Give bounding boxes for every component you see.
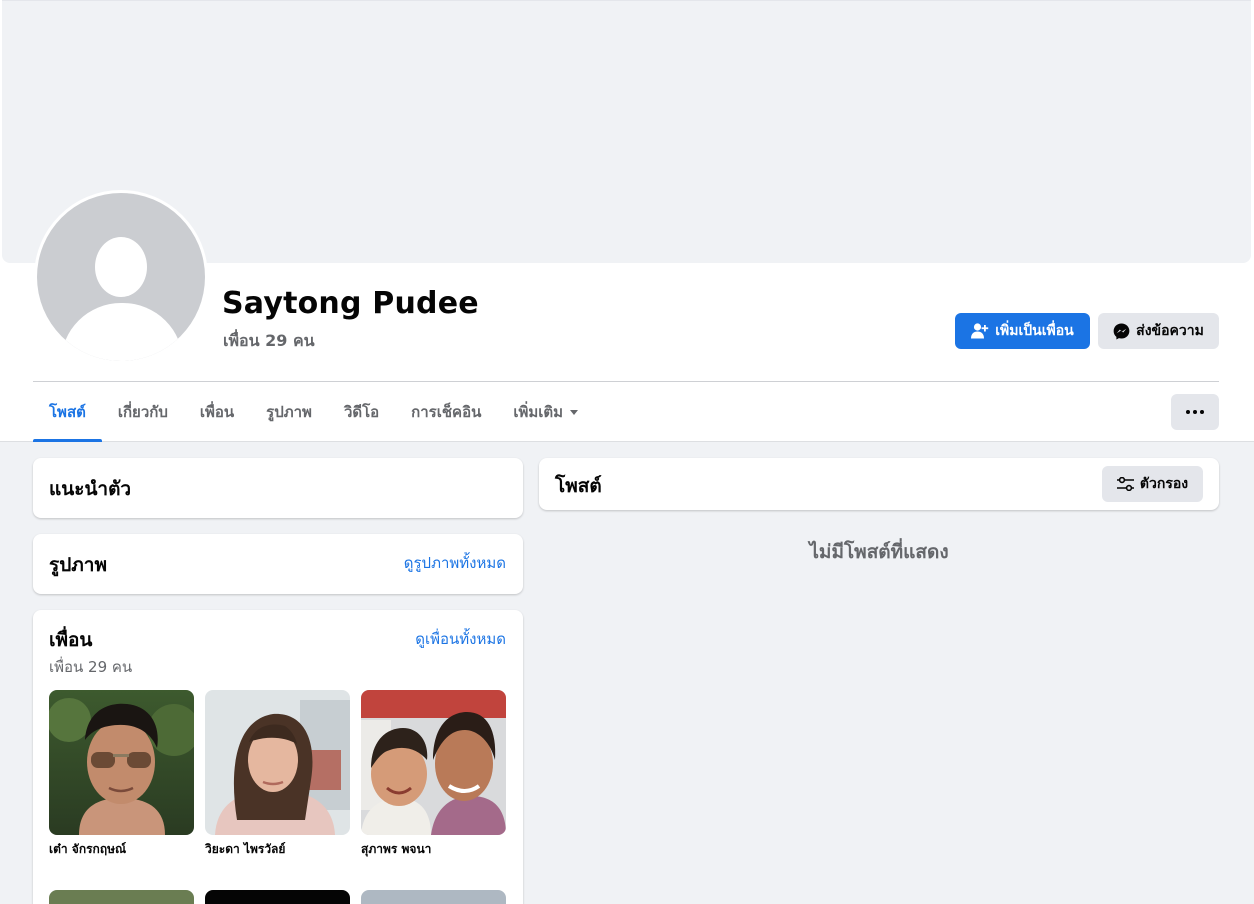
tab-posts[interactable]: โพสต์ xyxy=(33,382,102,442)
filter-button[interactable]: ตัวกรอง xyxy=(1102,466,1203,502)
more-dots-icon xyxy=(1186,410,1204,414)
add-friend-label: เพิ่มเป็นเพื่อน xyxy=(995,323,1074,339)
friend-photo[interactable] xyxy=(205,890,350,904)
messenger-icon xyxy=(1113,323,1130,339)
tab-more[interactable]: เพิ่มเติม xyxy=(497,382,594,442)
posts-card: โพสต์ ตัวกรอง xyxy=(539,458,1219,510)
friend-photo[interactable] xyxy=(49,890,194,904)
send-message-label: ส่งข้อความ xyxy=(1136,323,1204,339)
chevron-down-icon xyxy=(570,409,579,415)
friend-item[interactable]: เต๋า จักรกฤษณ์ xyxy=(49,690,194,859)
friend-name[interactable]: เต๋า จักรกฤษณ์ xyxy=(49,840,194,859)
friends-title: เพื่อน xyxy=(49,629,93,651)
add-friend-button[interactable]: เพิ่มเป็นเพื่อน xyxy=(955,313,1090,349)
intro-title: แนะนำตัว xyxy=(49,478,132,500)
friend-item[interactable]: สุภาพร พจนา xyxy=(361,690,506,859)
filter-icon xyxy=(1116,477,1134,491)
friend-photo[interactable] xyxy=(361,690,506,835)
add-friend-icon xyxy=(971,323,989,339)
photos-title: รูปภาพ xyxy=(49,554,107,576)
friend-photo[interactable] xyxy=(205,690,350,835)
friend-item[interactable]: วิยะดา ไพรวัลย์ xyxy=(205,690,350,859)
friend-photo[interactable] xyxy=(361,890,506,904)
friend-name[interactable]: วิยะดา ไพรวัลย์ xyxy=(205,840,350,859)
profile-name: Saytong Pudee xyxy=(222,286,479,321)
profile-friends-count[interactable]: เพื่อน 29 คน xyxy=(223,329,315,354)
profile-tabs: โพสต์ เกี่ยวกับ เพื่อน รูปภาพ วิดีโอ การ… xyxy=(33,382,594,442)
profile-header: Saytong Pudee เพื่อน 29 คน เพิ่มเป็นเพื่… xyxy=(0,0,1254,442)
send-message-button[interactable]: ส่งข้อความ xyxy=(1098,313,1219,349)
default-avatar-icon xyxy=(37,193,205,361)
tab-friends[interactable]: เพื่อน xyxy=(184,382,250,442)
tab-photos[interactable]: รูปภาพ xyxy=(250,382,328,442)
see-all-photos-link[interactable]: ดูรูปภาพทั้งหมด xyxy=(404,551,506,575)
more-options-button[interactable] xyxy=(1171,394,1219,430)
friend-name[interactable]: สุภาพร พจนา xyxy=(361,840,506,859)
see-all-friends-link[interactable]: ดูเพื่อนทั้งหมด xyxy=(415,627,506,651)
friends-card: เพื่อน ดูเพื่อนทั้งหมด เพื่อน 29 คน เต๋า… xyxy=(33,610,523,904)
tab-about[interactable]: เกี่ยวกับ xyxy=(102,382,184,442)
profile-avatar[interactable] xyxy=(34,190,208,364)
filter-label: ตัวกรอง xyxy=(1139,476,1189,492)
tab-videos[interactable]: วิดีโอ xyxy=(328,382,395,442)
friends-count: เพื่อน 29 คน xyxy=(49,658,133,676)
intro-card: แนะนำตัว xyxy=(33,458,523,518)
posts-title: โพสต์ xyxy=(555,475,602,497)
no-posts-message: ไม่มีโพสต์ที่แสดง xyxy=(809,541,949,563)
tab-checkins[interactable]: การเช็คอิน xyxy=(395,382,497,442)
friend-photo[interactable] xyxy=(49,690,194,835)
photos-card: รูปภาพ ดูรูปภาพทั้งหมด xyxy=(33,534,523,594)
